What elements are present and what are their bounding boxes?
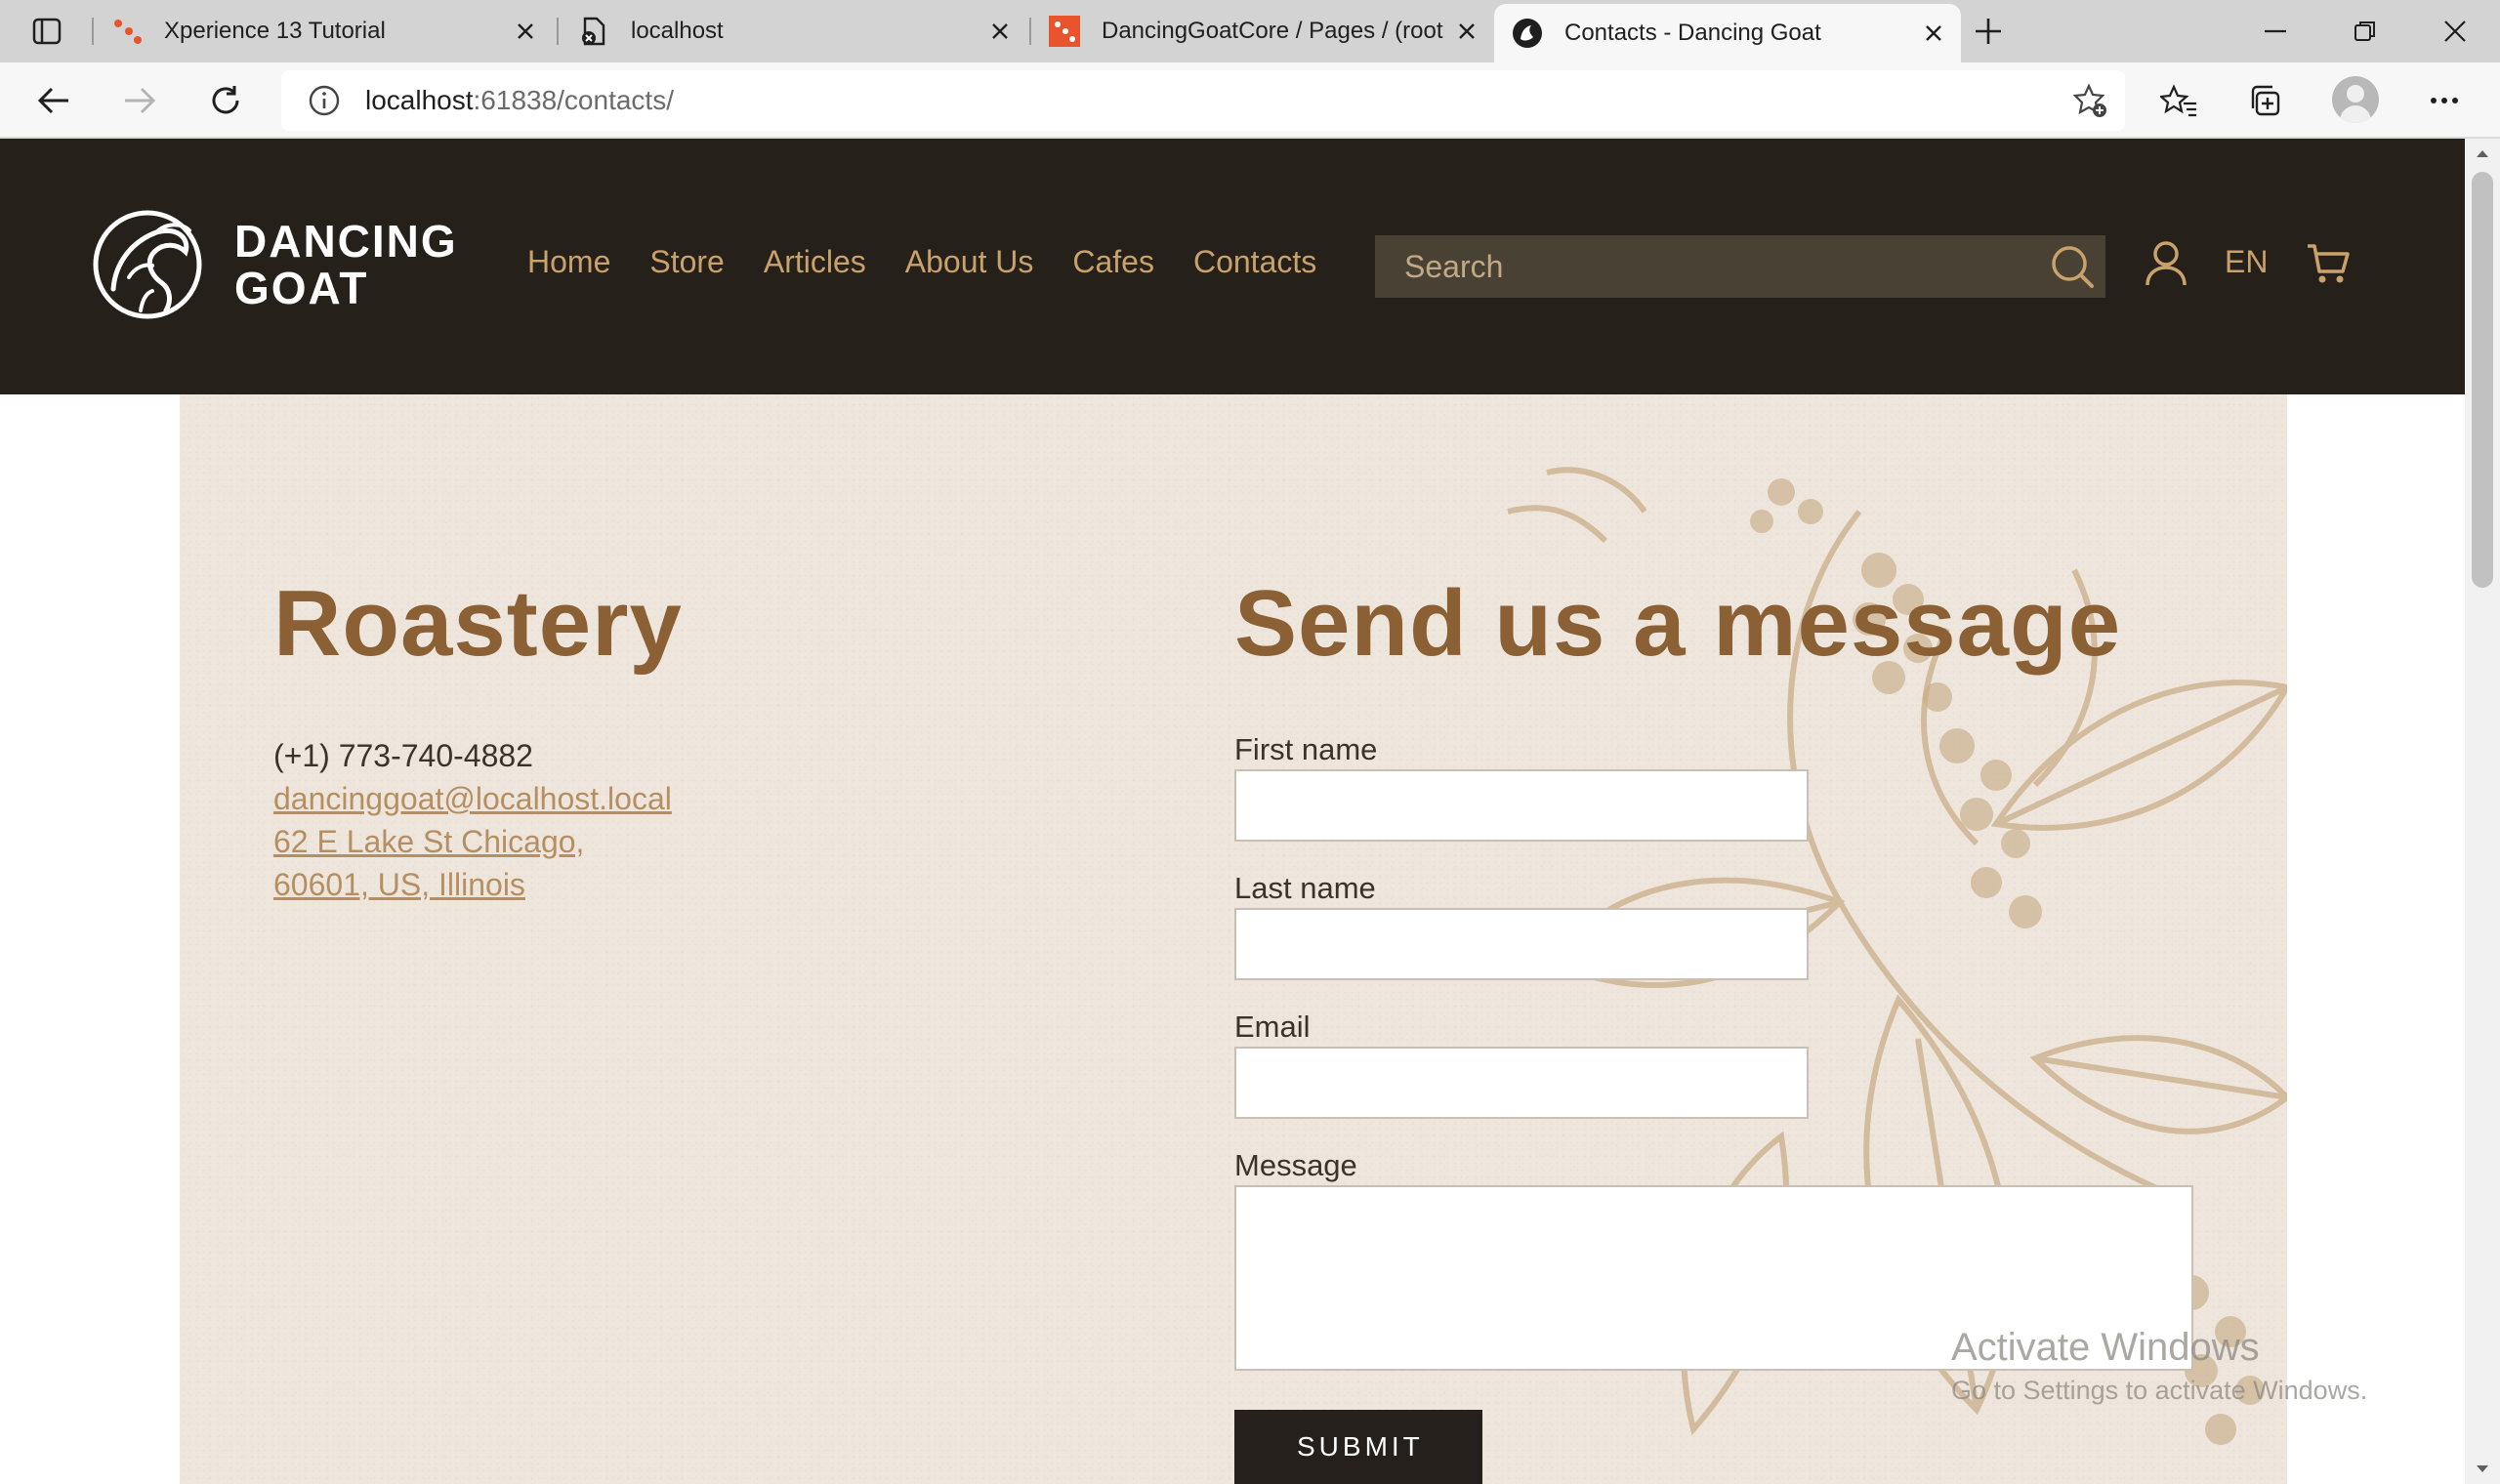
dancing-goat-favicon-icon — [1512, 18, 1543, 49]
xperience-favicon-icon — [111, 16, 143, 47]
tab-localhost[interactable]: localhost — [561, 0, 1027, 62]
close-tab-icon[interactable] — [1914, 14, 1953, 53]
nav-articles[interactable]: Articles — [764, 244, 866, 280]
browser-tab-bar: Xperience 13 Tutorial localhost DancingG… — [0, 0, 2500, 62]
logo-line-1: DANCING — [234, 216, 458, 267]
url-text[interactable]: localhost:61838/contacts/ — [365, 85, 674, 116]
logo-wordmark: DANCING GOAT — [234, 218, 458, 311]
avatar-head — [2347, 85, 2364, 103]
user-account-icon[interactable] — [2141, 236, 2191, 291]
refresh-icon[interactable] — [201, 76, 250, 125]
email-label: Email — [1234, 1010, 1311, 1044]
scrollbar-thumb[interactable] — [2472, 172, 2493, 588]
site-logo[interactable]: DANCING GOAT — [92, 209, 458, 320]
profile-avatar[interactable] — [2332, 76, 2379, 123]
page-scrollbar[interactable] — [2465, 139, 2500, 1484]
tab-title: DancingGoatCore / Pages / (root — [1102, 18, 1443, 44]
url-host: localhost — [365, 85, 474, 115]
browser-toolbar: localhost:61838/contacts/ — [0, 62, 2500, 139]
first-name-field[interactable] — [1234, 769, 1809, 842]
activate-windows-watermark: Activate Windows Go to Settings to activ… — [1951, 1326, 2367, 1406]
new-tab-button[interactable] — [1969, 12, 2008, 51]
page-error-favicon-icon — [578, 16, 609, 47]
restore-window-button[interactable] — [2320, 0, 2410, 62]
nav-contacts[interactable]: Contacts — [1193, 244, 1316, 280]
search-input[interactable] — [1375, 235, 2043, 298]
avatar-body — [2340, 105, 2371, 123]
submit-button[interactable]: SUBMIT — [1234, 1410, 1482, 1484]
dancing-goat-logo-icon — [93, 210, 202, 319]
scroll-up-icon[interactable] — [2465, 139, 2500, 168]
site-header: DANCING GOAT Home Store Articles About U… — [0, 139, 2465, 394]
logo-line-2: GOAT — [234, 263, 369, 313]
language-selector[interactable]: EN — [2225, 244, 2268, 280]
first-name-label: First name — [1234, 732, 1378, 766]
tab-contacts-dancing-goat[interactable]: Contacts - Dancing Goat — [1494, 4, 1961, 62]
more-menu-icon[interactable] — [2420, 76, 2469, 125]
shopping-cart-icon[interactable] — [2301, 236, 2355, 291]
roastery-heading: Roastery — [273, 571, 683, 676]
watermark-subtitle: Go to Settings to activate Windows. — [1951, 1376, 2368, 1405]
message-form-heading: Send us a message — [1234, 571, 2122, 676]
nav-about-us[interactable]: About Us — [905, 244, 1034, 280]
roastery-section: Roastery (+1) 773-740-4882 dancinggoat@l… — [273, 570, 683, 906]
message-label: Message — [1234, 1148, 1357, 1182]
tab-actions-icon[interactable] — [21, 14, 72, 49]
search-icon[interactable] — [2043, 237, 2102, 296]
minimize-window-button[interactable] — [2230, 0, 2320, 62]
contacts-content: Roastery (+1) 773-740-4882 dancinggoat@l… — [180, 394, 2287, 1484]
tab-xperience-tutorial[interactable]: Xperience 13 Tutorial — [94, 0, 553, 62]
address-line-1: 62 E Lake St Chicago, — [273, 824, 585, 859]
tab-separator — [557, 18, 559, 45]
roastery-email-link[interactable]: dancinggoat@localhost.local — [273, 777, 683, 820]
forward-arrow-icon[interactable] — [115, 76, 164, 125]
nav-home[interactable]: Home — [527, 244, 610, 280]
nav-store[interactable]: Store — [649, 244, 724, 280]
tab-title: Contacts - Dancing Goat — [1564, 20, 1821, 46]
info-icon[interactable] — [307, 83, 342, 118]
site-search — [1375, 235, 2105, 298]
close-tab-icon[interactable] — [980, 12, 1020, 51]
collections-icon[interactable] — [2240, 76, 2289, 125]
close-window-button[interactable] — [2410, 0, 2500, 62]
roastery-contact-details: (+1) 773-740-4882 dancinggoat@localhost.… — [273, 734, 683, 906]
close-tab-icon[interactable] — [506, 12, 545, 51]
watermark-title: Activate Windows — [1951, 1326, 2260, 1369]
url-path: :61838/contacts/ — [473, 85, 674, 115]
email-field[interactable] — [1234, 1047, 1809, 1119]
tab-title: localhost — [631, 18, 724, 44]
tab-title: Xperience 13 Tutorial — [164, 18, 386, 44]
main-navigation: Home Store Articles About Us Cafes Conta… — [527, 244, 1355, 280]
close-tab-icon[interactable] — [1447, 12, 1486, 51]
address-line-2: 60601, US, Illinois — [273, 867, 525, 902]
back-arrow-icon[interactable] — [29, 76, 78, 125]
add-favorite-icon[interactable] — [2070, 81, 2109, 120]
nav-cafes[interactable]: Cafes — [1072, 244, 1154, 280]
last-name-label: Last name — [1234, 871, 1376, 905]
roastery-phone: (+1) 773-740-4882 — [273, 738, 533, 773]
last-name-field[interactable] — [1234, 908, 1809, 980]
page-viewport: DANCING GOAT Home Store Articles About U… — [0, 139, 2465, 1484]
roastery-address-link[interactable]: 62 E Lake St Chicago, 60601, US, Illinoi… — [273, 820, 683, 906]
kentico-favicon-icon — [1049, 16, 1080, 47]
favorites-icon[interactable] — [2154, 76, 2203, 125]
scroll-down-icon[interactable] — [2465, 1455, 2500, 1484]
tab-dancinggoatcore-pages[interactable]: DancingGoatCore / Pages / (root — [1031, 0, 1494, 62]
address-bar[interactable]: localhost:61838/contacts/ — [281, 70, 2125, 131]
